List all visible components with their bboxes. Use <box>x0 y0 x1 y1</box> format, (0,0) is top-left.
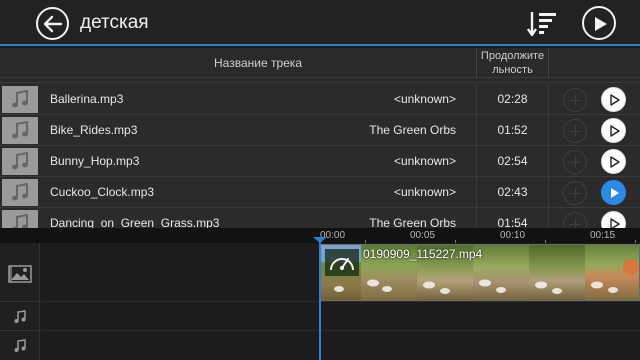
list-item[interactable]: Cuckoo_Clock.mp3 <unknown> 02:43 <box>0 177 640 208</box>
audio-lane[interactable] <box>41 331 640 360</box>
track-list[interactable]: Ballerina.mp3 <unknown> 02:28 Bike_Rides… <box>0 78 640 228</box>
track-artist: <unknown> <box>393 154 456 168</box>
play-all-button[interactable] <box>582 6 616 40</box>
column-track-name[interactable]: Название трека <box>40 48 476 78</box>
play-icon <box>610 94 620 106</box>
track-name: Bunny_Hop.mp3 <box>50 154 140 168</box>
audio-track-icon-cell <box>0 302 40 331</box>
track-duration: 02:28 <box>476 84 549 115</box>
play-track-button[interactable] <box>601 118 626 143</box>
track-artist: <unknown> <box>393 185 456 199</box>
track-duration: 02:43 <box>476 177 549 208</box>
ruler-tick-label: 00:05 <box>410 230 436 241</box>
playlist-title: детская <box>80 12 149 33</box>
music-note-icon <box>14 310 26 323</box>
back-button[interactable] <box>36 7 69 40</box>
clip-filename: 0190909_115227.mp4 <box>363 247 483 261</box>
play-track-button[interactable] <box>601 87 626 112</box>
track-duration: 02:54 <box>476 146 549 177</box>
ruler-tick-label: 00:10 <box>500 230 526 241</box>
playhead-marker-icon[interactable] <box>313 237 327 243</box>
track-duration: 01:52 <box>476 115 549 146</box>
image-video-icon <box>8 265 32 283</box>
play-icon <box>611 188 619 198</box>
add-track-button[interactable] <box>563 150 587 174</box>
column-header: Название трека Продолжите льность <box>0 48 640 78</box>
music-note-icon <box>2 148 38 175</box>
add-track-button[interactable] <box>563 88 587 112</box>
sort-icon <box>527 12 556 37</box>
track-name: Dancing_on_Green_Grass.mp3 <box>50 216 220 228</box>
music-note-icon <box>2 86 38 113</box>
audio-track-icon-cell <box>0 331 40 360</box>
music-note-icon <box>2 179 38 206</box>
track-name: Ballerina.mp3 <box>50 92 124 106</box>
back-arrow-icon <box>43 15 63 33</box>
track-artist: The Green Orbs <box>369 216 456 228</box>
track-name: Cuckoo_Clock.mp3 <box>50 185 155 199</box>
track-duration: 01:54 <box>476 208 549 228</box>
speed-gauge-icon <box>325 249 359 276</box>
play-track-button-active[interactable] <box>601 180 626 205</box>
add-track-button[interactable] <box>563 119 587 143</box>
play-icon <box>610 218 620 228</box>
timeline-panel[interactable]: 00:00 00:05 00:10 00:15 0190909_115227.m… <box>0 228 640 360</box>
play-icon <box>610 156 620 168</box>
track-name: Bike_Rides.mp3 <box>50 123 138 137</box>
play-icon <box>595 17 607 31</box>
column-duration-line1: Продолжите <box>480 50 545 62</box>
column-duration[interactable]: Продолжите льность <box>476 48 549 78</box>
add-track-button[interactable] <box>563 212 587 228</box>
music-note-icon <box>2 117 38 144</box>
list-item[interactable]: Ballerina.mp3 <unknown> 02:28 <box>0 84 640 115</box>
music-note-icon <box>2 210 38 228</box>
column-duration-line2: льность <box>492 64 533 76</box>
list-item[interactable]: Dancing_on_Green_Grass.mp3 The Green Orb… <box>0 208 640 228</box>
play-track-button[interactable] <box>601 211 626 228</box>
header-bar: детская <box>0 0 640 46</box>
list-item-partial <box>0 78 640 83</box>
add-track-button[interactable] <box>563 181 587 205</box>
list-item[interactable]: Bunny_Hop.mp3 <unknown> 02:54 <box>0 146 640 177</box>
video-clip[interactable]: 0190909_115227.mp4 <box>320 244 640 301</box>
playhead[interactable] <box>319 238 321 360</box>
video-track-icon-cell <box>0 243 40 302</box>
track-artist: The Green Orbs <box>369 123 456 137</box>
audio-lane[interactable] <box>41 302 640 331</box>
sort-button[interactable] <box>526 9 558 39</box>
play-icon <box>610 125 620 137</box>
timeline-track-icons <box>0 243 40 360</box>
track-artist: <unknown> <box>393 92 456 106</box>
ruler-tick-label: 00:15 <box>590 230 616 241</box>
music-note-icon <box>14 339 26 352</box>
list-item[interactable]: Bike_Rides.mp3 The Green Orbs 01:52 <box>0 115 640 146</box>
play-track-button[interactable] <box>601 149 626 174</box>
